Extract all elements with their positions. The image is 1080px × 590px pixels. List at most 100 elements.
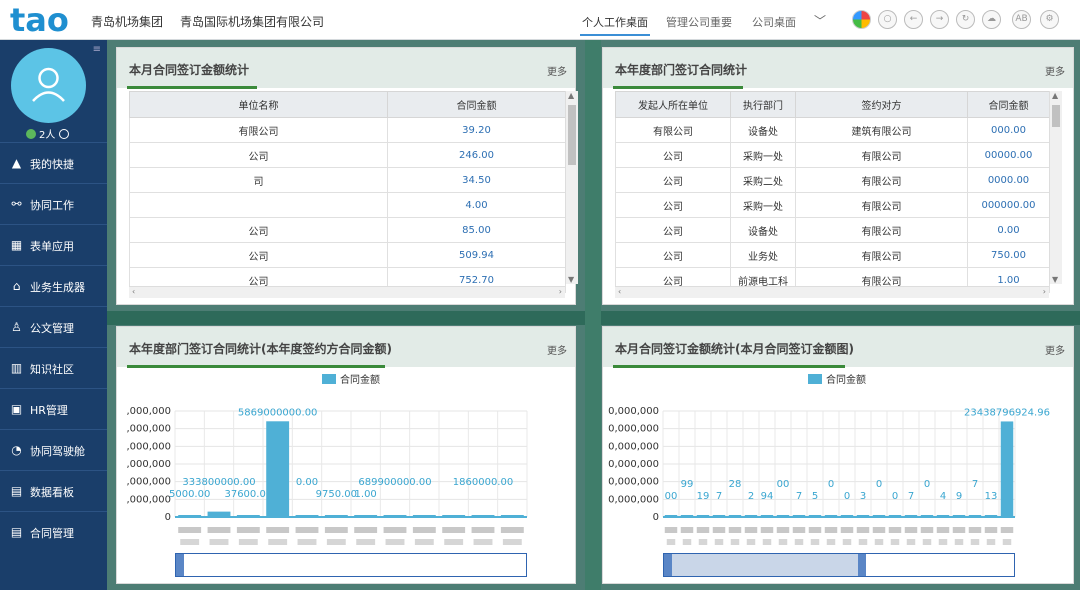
x-tick-label xyxy=(842,539,852,545)
scroll-thumb[interactable] xyxy=(1052,105,1060,127)
search-icon[interactable]: ○ xyxy=(878,10,897,29)
scroll-left-icon[interactable]: ‹ xyxy=(132,287,135,296)
table-row[interactable]: 4.00 xyxy=(129,192,566,218)
scroll-left-icon[interactable]: ‹ xyxy=(618,287,621,296)
sidebar-item-cockpit[interactable]: ◔ 协同驾驶舱 xyxy=(0,429,107,469)
table-cell-dept: 设备处 xyxy=(730,217,796,243)
bar xyxy=(792,515,806,517)
x-tick-label xyxy=(324,527,348,533)
sidebar-item-shortcuts[interactable]: ▲ 我的快捷 xyxy=(0,142,107,182)
y-tick-label: 0,000,000 xyxy=(608,441,659,452)
column-header[interactable]: 发起人所在单位 xyxy=(615,91,731,118)
avatar[interactable] xyxy=(11,48,86,123)
x-tick-label xyxy=(938,539,948,545)
horizontal-scrollbar[interactable]: ‹ › xyxy=(615,286,1049,298)
y-tick-label: 0 xyxy=(165,512,171,523)
zoom-selected-range[interactable] xyxy=(672,554,858,576)
color-wheel-icon[interactable] xyxy=(852,10,871,29)
vertical-scrollbar[interactable]: ▲ ▼ xyxy=(565,91,578,284)
tab-personal-desktop[interactable]: 个人工作桌面 xyxy=(582,14,648,30)
user-icon[interactable] xyxy=(59,129,70,139)
title-underline xyxy=(127,86,257,89)
refresh-icon[interactable]: ↻ xyxy=(956,10,975,29)
column-header[interactable]: 单位名称 xyxy=(129,91,388,118)
x-tick-label xyxy=(295,527,319,533)
table-row[interactable]: 公司 设备处 有限公司 0.00 xyxy=(615,217,1050,243)
column-header[interactable]: 执行部门 xyxy=(730,91,796,118)
scroll-up-icon[interactable]: ▲ xyxy=(1052,91,1058,100)
table-row[interactable]: 公司 246.00 xyxy=(129,142,566,168)
x-tick-label xyxy=(714,539,724,545)
table-row[interactable]: 司 34.50 xyxy=(129,167,566,193)
x-tick-label xyxy=(696,527,710,533)
horizontal-scrollbar[interactable]: ‹ › xyxy=(129,286,565,298)
triangle-icon: ▲ xyxy=(11,156,22,170)
table-cell-party: 有限公司 xyxy=(795,142,968,168)
sidebar-item-knowledge[interactable]: ▥ 知识社区 xyxy=(0,347,107,387)
column-header[interactable]: 签约对方 xyxy=(795,91,968,118)
panel-dept-contract-chart: 本年度部门签订合同统计(本年度签约方合同金额) 更多 合同金额 ,000,000… xyxy=(116,326,576,584)
zoom-handle-left[interactable] xyxy=(664,554,672,576)
table-row[interactable]: 有限公司 设备处 建筑有限公司 000.00 xyxy=(615,117,1050,143)
table-cell-unit: 有限公司 xyxy=(615,117,731,143)
table-row[interactable]: 公司 采购一处 有限公司 000000.00 xyxy=(615,192,1050,218)
x-tick-label xyxy=(952,527,966,533)
column-header[interactable]: 合同金额 xyxy=(967,91,1050,118)
chart-zoom-slider[interactable] xyxy=(175,553,527,577)
sidebar-item-business-generator[interactable]: ⌂ 业务生成器 xyxy=(0,265,107,305)
cloud-icon[interactable]: ☁ xyxy=(982,10,1001,29)
zoom-handle-left[interactable] xyxy=(176,554,184,576)
forward-arrow-icon[interactable]: → xyxy=(930,10,949,29)
table-row[interactable]: 公司 采购二处 有限公司 0000.00 xyxy=(615,167,1050,193)
more-link[interactable]: 更多 xyxy=(1045,342,1065,357)
sidebar-item-collab-work[interactable]: ⚯ 协同工作 xyxy=(0,183,107,223)
bar xyxy=(207,511,231,517)
more-link[interactable]: 更多 xyxy=(547,342,567,357)
table-row[interactable]: 有限公司 39.20 xyxy=(129,117,566,143)
x-tick-label xyxy=(266,527,290,533)
online-check-icon xyxy=(26,129,36,139)
chart-legend[interactable]: 合同金额 xyxy=(808,371,866,386)
scroll-right-icon[interactable]: › xyxy=(559,287,562,296)
scroll-down-icon[interactable]: ▼ xyxy=(568,275,574,284)
table-row[interactable]: 公司 业务处 有限公司 750.00 xyxy=(615,242,1050,268)
zoom-handle-right[interactable] xyxy=(858,554,866,576)
tab-management-company[interactable]: 管理公司重要 xyxy=(666,14,732,30)
more-link[interactable]: 更多 xyxy=(547,63,567,78)
panel-monthly-contract-chart: 本月合同签订金额统计(本月合同签订金额图) 更多 合同金额 0,000,000 0… xyxy=(602,326,1074,584)
sidebar-item-form-apps[interactable]: ▦ 表单应用 xyxy=(0,224,107,264)
settings-gear-icon[interactable]: ⚙ xyxy=(1040,10,1059,29)
chart-zoom-slider[interactable] xyxy=(663,553,1015,577)
ab-text-icon[interactable]: AB xyxy=(1012,10,1031,29)
sidebar-item-document-mgmt[interactable]: ♙ 公文管理 xyxy=(0,306,107,346)
bar-data-label: 9750.00 xyxy=(316,489,357,500)
bar-data-label: 0 xyxy=(876,479,882,490)
table-row[interactable]: 公司 采购一处 有限公司 00000.00 xyxy=(615,142,1050,168)
table-cell-amount: 246.00 xyxy=(387,142,566,168)
table-row[interactable]: 公司 509.94 xyxy=(129,242,566,268)
bar xyxy=(712,515,726,517)
tao-logo[interactable]: tao xyxy=(8,1,88,39)
dept-contract-table: 发起人所在单位 执行部门 签约对方 合同金额 有限公司 设备处 建筑有限公司 000.… xyxy=(615,91,1050,293)
scroll-thumb[interactable] xyxy=(568,105,576,165)
table-row[interactable]: 公司 85.00 xyxy=(129,217,566,243)
scroll-down-icon[interactable]: ▼ xyxy=(1052,275,1058,284)
menu-icon[interactable]: ≡ xyxy=(93,44,101,55)
vertical-scrollbar[interactable]: ▲ ▼ xyxy=(1049,91,1062,284)
scroll-right-icon[interactable]: › xyxy=(1043,287,1046,296)
column-header[interactable]: 合同金额 xyxy=(387,91,566,118)
sidebar-item-data-board[interactable]: ▤ 数据看板 xyxy=(0,470,107,510)
sidebar-item-contract-mgmt[interactable]: ▤ 合同管理 xyxy=(0,511,107,551)
sidebar-item-hr[interactable]: ▣ HR管理 xyxy=(0,388,107,428)
table-cell-party: 建筑有限公司 xyxy=(795,117,968,143)
scroll-up-icon[interactable]: ▲ xyxy=(568,91,574,100)
more-link[interactable]: 更多 xyxy=(1045,63,1065,78)
chart-legend[interactable]: 合同金额 xyxy=(322,371,380,386)
back-arrow-icon[interactable]: ← xyxy=(904,10,923,29)
x-tick-label xyxy=(698,539,708,545)
bar-data-label: 00 xyxy=(777,479,790,490)
bar xyxy=(500,515,524,517)
tabs-more-chevron-icon[interactable]: ﹀ xyxy=(814,12,826,29)
bar xyxy=(442,515,466,517)
tab-company-desktop[interactable]: 公司桌面 xyxy=(752,14,796,30)
